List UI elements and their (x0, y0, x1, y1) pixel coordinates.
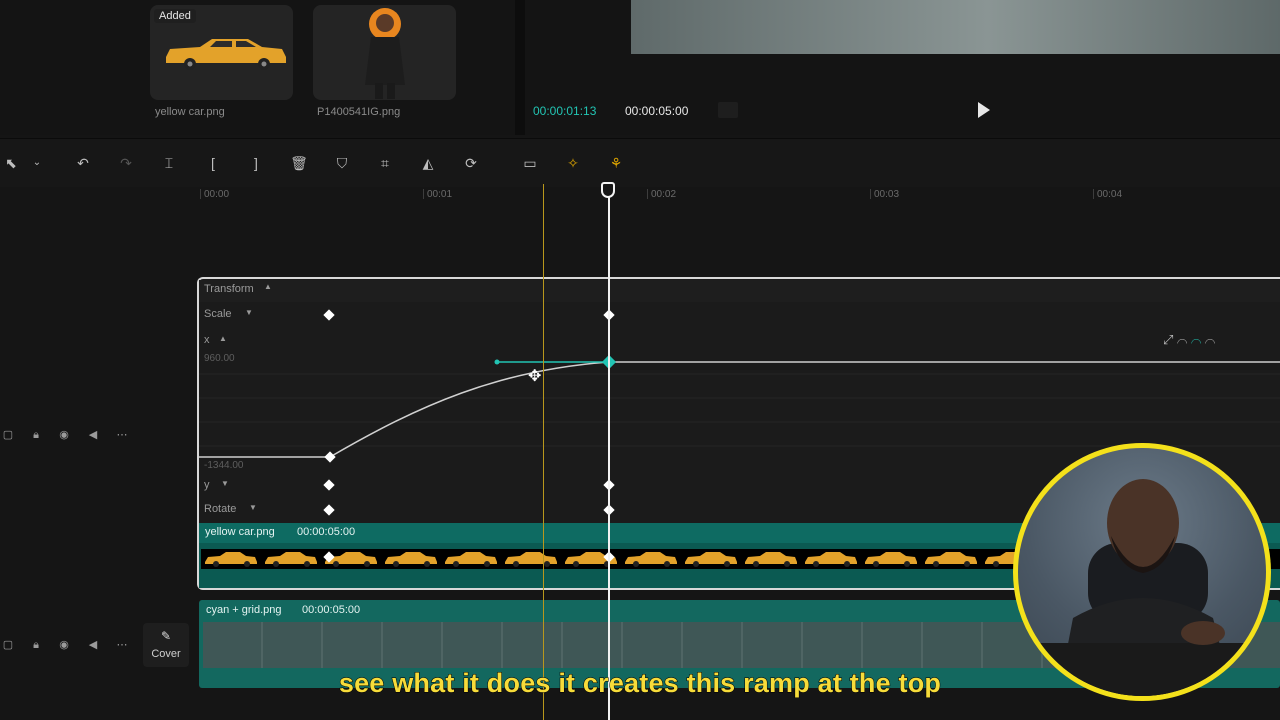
crop-icon[interactable]: ⌗ (376, 154, 394, 172)
preview-video (631, 0, 1280, 54)
clip-duration: 00:00:05:00 (302, 604, 361, 616)
clip-duration: 00:00:05:00 (297, 526, 356, 538)
delete-icon[interactable]: 🗑 (290, 154, 308, 172)
chevron-up-icon[interactable]: ▲ (264, 282, 272, 291)
person-thumbnail (365, 8, 405, 99)
select-icon[interactable]: ⬉ (2, 154, 20, 172)
media-item-name: P1400541IG.png (317, 106, 401, 118)
webcam-overlay (1013, 443, 1271, 701)
pencil-icon: ✎ (160, 629, 172, 643)
hover-indicator (543, 184, 544, 720)
curve-presets: ⤢ ⌒ ⌒ ⌒ (1163, 332, 1280, 348)
ruler-tick: 00:02 (651, 189, 677, 200)
eye-icon[interactable]: ◉ (58, 639, 70, 651)
eye-icon[interactable]: ◉ (58, 429, 70, 441)
chevron-down-icon[interactable]: ▼ (245, 308, 253, 317)
chevron-up-icon[interactable]: ▲ (219, 334, 227, 343)
rotate-icon[interactable]: ⟳ (462, 154, 480, 172)
timeline-toolbar (0, 138, 1280, 187)
playhead-handle[interactable] (601, 182, 615, 198)
chevron-down-icon[interactable]: ⌄ (28, 154, 46, 172)
current-timecode: 00:00:01:13 (533, 104, 597, 118)
track-header-grid: ▢ 🔒︎ ◉ ◀ ⋯ (0, 634, 140, 658)
redo-icon[interactable]: ↷ (117, 154, 135, 172)
shield-icon[interactable]: ⛉ (333, 154, 351, 172)
keyframe[interactable] (324, 451, 336, 463)
ease-in-out-icon[interactable]: ⌒ (1205, 332, 1215, 347)
ruler-tick-mark (647, 189, 648, 199)
cover-button[interactable]: ✎ (143, 623, 189, 667)
transform-label: Transform (204, 283, 254, 295)
ruler-tick: 00:03 (874, 189, 900, 200)
transform-row[interactable]: Transform ▲ (199, 280, 1280, 302)
added-badge: Added (154, 9, 196, 23)
ruler-tick: 00:00 (204, 189, 230, 200)
audio-icon[interactable]: ◀ (87, 639, 99, 651)
ruler-tick-mark (200, 189, 201, 199)
magic-icon[interactable]: ✧ (564, 154, 582, 172)
caption-icon[interactable]: ▭ (521, 154, 539, 172)
x-row[interactable]: x ▲ (199, 331, 1280, 351)
total-timecode: 00:00:05:00 (625, 104, 689, 118)
ruler-tick: 00:01 (427, 189, 453, 200)
ease-in-icon[interactable]: ⌒ (1177, 332, 1187, 347)
ruler-tick-mark (870, 189, 871, 199)
clip-name: cyan + grid.png (206, 604, 282, 616)
media-item-name: yellow car.png (155, 106, 225, 118)
chevron-down-icon[interactable]: ▼ (221, 479, 229, 488)
move-cursor-icon: ✥ (528, 368, 542, 385)
more-icon[interactable]: ⋯ (116, 429, 128, 441)
panel-divider[interactable] (515, 0, 525, 135)
track-select-icon[interactable]: ▢ (2, 639, 14, 651)
ruler-tick-mark (423, 189, 424, 199)
chevron-down-icon[interactable]: ▼ (249, 503, 257, 512)
timecode-toggle[interactable] (718, 102, 738, 118)
mirror-icon[interactable]: ◭ (419, 154, 437, 172)
x-label: x (204, 334, 210, 346)
clip-name: yellow car.png (205, 526, 275, 538)
auto-reframe-icon[interactable]: ⚘ (607, 154, 625, 172)
split-icon[interactable]: ⌶ (160, 154, 178, 172)
more-icon[interactable]: ⋯ (116, 639, 128, 651)
trim-right-icon[interactable]: ] (247, 154, 265, 172)
play-button[interactable] (978, 102, 990, 118)
track-header-car: ▢ 🔒︎ ◉ ◀ ⋯ (0, 424, 140, 448)
scale-label: Scale (204, 308, 232, 320)
y-label: y (204, 479, 210, 491)
cover-label: Cover (151, 648, 181, 660)
lock-icon[interactable]: 🔒︎ (30, 429, 42, 441)
scale-row[interactable]: Scale ▼ (199, 304, 1280, 326)
ruler-tick-mark (1093, 189, 1094, 199)
audio-icon[interactable]: ◀ (87, 429, 99, 441)
rotate-label: Rotate (204, 503, 237, 515)
presenter-video (1018, 479, 1266, 696)
media-item-person[interactable] (313, 5, 456, 100)
ease-out-icon[interactable]: ⌒ (1191, 332, 1201, 347)
undo-icon[interactable]: ↶ (74, 154, 92, 172)
lock-icon[interactable]: 🔒︎ (30, 639, 42, 651)
ruler-tick: 00:04 (1097, 189, 1123, 200)
trim-left-icon[interactable]: [ (204, 154, 222, 172)
subtitle-caption: see what it does it creates this ramp at… (338, 668, 942, 699)
ease-linear-icon[interactable]: ⤢ (1163, 332, 1173, 347)
curve-ramp (329, 361, 610, 458)
track-select-icon[interactable]: ▢ (2, 429, 14, 441)
bezier-handle-point[interactable] (494, 359, 500, 365)
playhead[interactable] (608, 184, 610, 720)
